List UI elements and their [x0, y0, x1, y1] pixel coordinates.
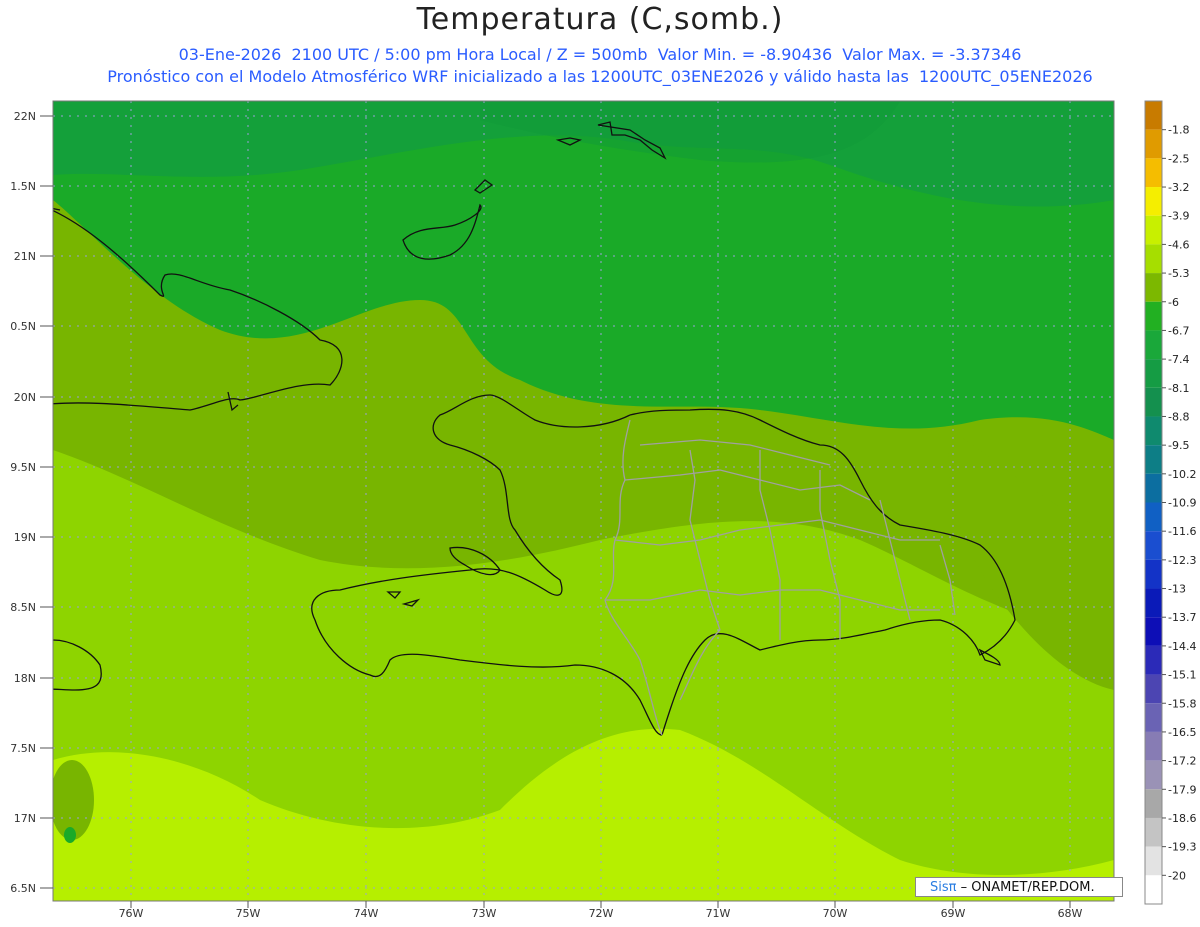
- legend-label: -1.8: [1168, 124, 1189, 137]
- legend-swatch: [1145, 674, 1162, 704]
- latitude-axis: 22N 1.5N 21N 0.5N 20N 9.5N 19N 8.5N 18N …: [10, 110, 36, 895]
- legend-label: -20: [1168, 869, 1186, 882]
- legend-swatch: [1145, 359, 1162, 388]
- temperature-field: [53, 101, 1114, 901]
- lon-label: 72W: [589, 907, 614, 920]
- lat-label: 8.5N: [10, 601, 36, 614]
- lat-label: 0.5N: [10, 320, 36, 333]
- legend-label: -2.5: [1168, 152, 1189, 165]
- legend-swatch: [1145, 645, 1162, 675]
- lon-label: 69W: [941, 907, 966, 920]
- legend-label: -10.9: [1168, 497, 1196, 510]
- credit-text: – ONAMET/REP.DOM.: [960, 880, 1095, 895]
- legend-swatch: [1145, 817, 1162, 847]
- credit-brand: Sisπ: [930, 880, 957, 895]
- legend-swatch: [1145, 215, 1162, 245]
- legend-label: -4.6: [1168, 238, 1189, 251]
- legend-swatch: [1145, 731, 1162, 761]
- legend-label: -16.5: [1168, 726, 1196, 739]
- legend-swatch: [1145, 273, 1162, 302]
- legend-label: -8.8: [1168, 410, 1189, 423]
- legend-label: -6.7: [1168, 324, 1189, 337]
- longitude-axis: 76W 75W 74W 73W 72W 71W 70W 69W 68W: [119, 907, 1083, 920]
- lat-label: 19N: [14, 531, 36, 544]
- legend-label: -15.1: [1168, 669, 1196, 682]
- legend-label: -6: [1168, 296, 1179, 309]
- legend-swatch: [1145, 789, 1162, 818]
- color-legend: -1.8 -2.5 -3.2 -3.9 -4.6 -5.3 -6 -6.7 -7.4 -8.1 -8…: [1144, 100, 1196, 905]
- credit-box: Sisπ – ONAMET/REP.DOM.: [915, 877, 1123, 897]
- legend-swatch: [1145, 330, 1162, 360]
- legend-label: -17.9: [1168, 783, 1196, 796]
- legend-swatch: [1145, 559, 1162, 589]
- lat-label: 18N: [14, 672, 36, 685]
- legend-label: -14.4: [1168, 640, 1196, 653]
- legend-label: -18.6: [1168, 812, 1196, 825]
- legend-label: -17.2: [1168, 755, 1196, 768]
- lat-label: 21N: [14, 250, 36, 263]
- lat-label: 20N: [14, 391, 36, 404]
- lat-label: 7.5N: [10, 742, 36, 755]
- legend-label: -11.6: [1168, 525, 1196, 538]
- temperature-map: 22N 1.5N 21N 0.5N 20N 9.5N 19N 8.5N 18N …: [10, 100, 1196, 920]
- lon-label: 71W: [706, 907, 731, 920]
- legend-swatch: [1145, 187, 1162, 216]
- legend-swatch: [1145, 445, 1162, 474]
- lat-label: 22N: [14, 110, 36, 123]
- legend-label: -19.3: [1168, 841, 1196, 854]
- lon-label: 74W: [354, 907, 379, 920]
- legend-label: -9.5: [1168, 439, 1189, 452]
- legend-swatch: [1145, 531, 1162, 560]
- legend-swatch: [1145, 101, 1162, 130]
- legend-label: -7.4: [1168, 353, 1189, 366]
- legend-swatch: [1145, 301, 1162, 331]
- legend-swatch: [1145, 502, 1162, 532]
- legend-swatch: [1145, 416, 1162, 446]
- lon-label: 73W: [472, 907, 497, 920]
- legend-swatch: [1145, 387, 1162, 417]
- lat-label: 17N: [14, 812, 36, 825]
- lon-label: 76W: [119, 907, 144, 920]
- legend-swatch: [1145, 617, 1162, 646]
- legend-label: -13: [1168, 583, 1186, 596]
- legend-swatch: [1145, 158, 1162, 188]
- legend-label: -3.2: [1168, 181, 1189, 194]
- legend-label: -8.1: [1168, 382, 1189, 395]
- legend-label: -5.3: [1168, 267, 1189, 280]
- legend-label: -10.2: [1168, 468, 1196, 481]
- lat-label: 9.5N: [10, 461, 36, 474]
- legend-label: -12.3: [1168, 554, 1196, 567]
- legend-label: -3.9: [1168, 210, 1189, 223]
- legend-swatch: [1145, 129, 1162, 159]
- legend-swatch: [1145, 875, 1162, 904]
- lon-label: 68W: [1058, 907, 1083, 920]
- lon-label: 70W: [823, 907, 848, 920]
- lat-label: 1.5N: [10, 180, 36, 193]
- legend-swatch: [1145, 846, 1162, 876]
- lon-label: 75W: [236, 907, 261, 920]
- legend-swatch: [1145, 760, 1162, 790]
- legend-swatch: [1145, 703, 1162, 732]
- legend-swatch: [1145, 588, 1162, 618]
- legend-label: -13.7: [1168, 611, 1196, 624]
- legend-label: -15.8: [1168, 697, 1196, 710]
- legend-swatch: [1145, 244, 1162, 274]
- legend-swatch: [1145, 473, 1162, 503]
- lat-label: 6.5N: [10, 882, 36, 895]
